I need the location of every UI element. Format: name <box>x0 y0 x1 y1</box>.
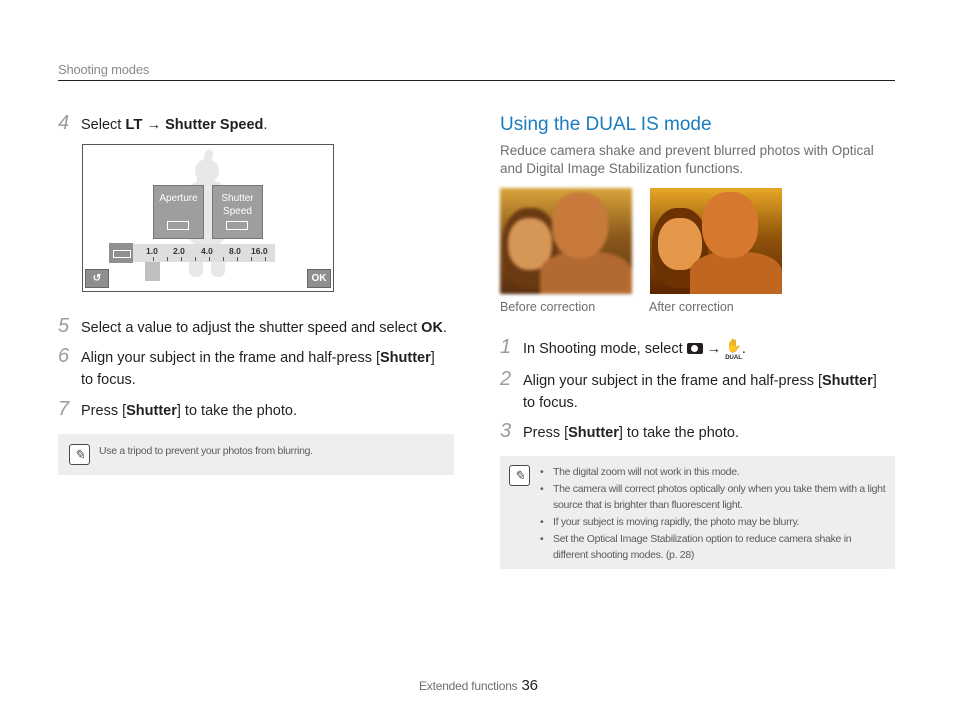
tip-note: ✎ Use a tripod to prevent your photos fr… <box>58 434 454 475</box>
step-text: Select <box>81 117 126 133</box>
notes-box: ✎ The digital zoom will not work in this… <box>500 456 895 569</box>
page-number: 36 <box>521 677 538 694</box>
list-item: Set the Optical Image Stabilization opti… <box>540 531 888 563</box>
header-rule <box>58 80 895 81</box>
ok-icon: OK <box>421 320 443 336</box>
before-photo <box>500 188 632 294</box>
list-item: The digital zoom will not work in this m… <box>540 464 888 480</box>
caption-before: Before correction <box>500 300 596 314</box>
back-arrow-icon: ↺ <box>92 273 102 284</box>
page-title: Using the DUAL IS mode <box>500 114 712 135</box>
note-icon: ✎ <box>509 465 530 486</box>
step-number: 4 <box>58 112 70 134</box>
caption-after: After correction <box>649 300 734 314</box>
aperture-tile[interactable]: Aperture <box>153 185 204 239</box>
tip-text: Use a tripod to prevent your photos from… <box>99 445 313 457</box>
step-5: 5 Select a value to adjust the shutter s… <box>58 315 447 337</box>
camera-screen-illustration: Aperture Shutter Speed 1.0 2.0 4.0 8.0 1… <box>82 144 334 292</box>
lt-icon: LT <box>125 116 143 133</box>
list-item: If your subject is moving rapidly, the p… <box>540 514 888 530</box>
footer: Extended functions 36 <box>419 677 538 694</box>
shutter-icon <box>226 221 248 230</box>
camera-icon <box>686 343 703 354</box>
footer-label: Extended functions <box>419 679 518 693</box>
note-icon: ✎ <box>69 444 90 465</box>
section-title: Shooting modes <box>58 62 150 77</box>
step-4: 4 Select LT → Shutter Speed. <box>58 112 268 134</box>
step-2: 2 Align your subject in the frame and ha… <box>500 368 877 411</box>
after-photo <box>650 188 782 294</box>
scale-slider-handle[interactable] <box>145 262 160 281</box>
step-1: 1 In Shooting mode, select → ✋ DUAL. <box>500 336 746 361</box>
dual-is-icon: ✋ DUAL <box>725 338 742 361</box>
ok-button[interactable]: OK <box>307 269 331 288</box>
list-item: The camera will correct photos optically… <box>540 481 888 513</box>
step-text: Select a value to adjust the shutter spe… <box>81 320 422 336</box>
aperture-icon <box>167 221 189 230</box>
step-6: 6 Align your subject in the frame and ha… <box>58 345 435 388</box>
step-3: 3 Press [Shutter] to take the photo. <box>500 420 739 442</box>
step-7: 7 Press [Shutter] to take the photo. <box>58 398 297 420</box>
shutter-scale[interactable]: 1.0 2.0 4.0 8.0 16.0 <box>109 244 275 262</box>
meter-icon <box>109 243 133 263</box>
back-button[interactable]: ↺ <box>85 269 109 288</box>
shutter-speed-tile[interactable]: Shutter Speed <box>212 185 263 239</box>
notes-list: The digital zoom will not work in this m… <box>540 464 888 564</box>
shutter-speed-label: Shutter Speed <box>165 117 264 133</box>
arrow: → <box>142 117 166 133</box>
intro-text: Reduce camera shake and prevent blurred … <box>500 143 874 176</box>
